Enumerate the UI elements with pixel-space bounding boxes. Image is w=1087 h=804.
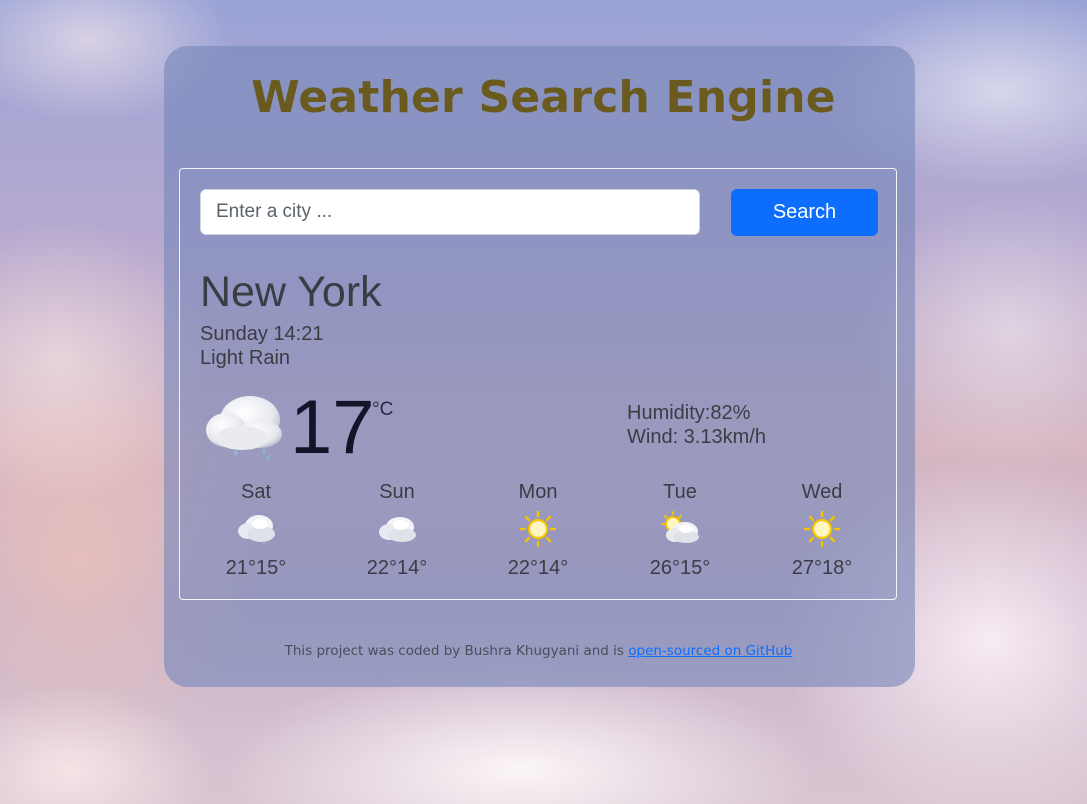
city-search-input[interactable]: [200, 189, 700, 235]
rain-cloud-icon: [206, 396, 282, 460]
forecast-day-name: Wed: [801, 481, 843, 503]
forecast-day-name: Sat: [240, 481, 272, 503]
app-title: Weather Search Engine: [251, 72, 836, 123]
footer-text: This project was coded by Bushra Khugyan…: [284, 643, 629, 659]
current-temperature: 17: [290, 385, 375, 470]
forecast-temps: 22°14°: [507, 557, 569, 579]
current-date: Sunday 14:21: [200, 323, 324, 345]
forecast-temps: 26°15°: [649, 557, 711, 579]
cloud-icon: [238, 515, 275, 545]
forecast-day: Sun 22°14°: [327, 478, 467, 588]
sun-icon: [519, 510, 557, 548]
humidity-value: Humidity:82%: [627, 402, 751, 424]
city-name: New York: [200, 268, 382, 316]
wind-value: Wind: 3.13km/h: [627, 426, 766, 448]
forecast-temps: 27°18°: [791, 557, 853, 579]
forecast-day: Wed 27°18°: [752, 478, 892, 588]
github-link[interactable]: open-sourced on GitHub: [628, 643, 792, 659]
forecast-day: Sat 21°15°: [186, 478, 326, 588]
partly-cloudy-icon: [661, 511, 699, 543]
forecast-day: Mon 22°14°: [468, 478, 608, 588]
footer: This project was coded by Bushra Khugyan…: [0, 643, 1077, 659]
forecast-temps: 22°14°: [366, 557, 428, 579]
cloud-icon: [379, 517, 416, 542]
forecast-day-name: Sun: [379, 481, 415, 503]
weather-description: Light Rain: [200, 347, 291, 369]
forecast-day-name: Tue: [663, 481, 697, 503]
sun-icon: [803, 510, 841, 548]
search-button[interactable]: Search: [731, 189, 878, 236]
temperature-unit: °C: [372, 399, 394, 420]
forecast-day: Tue 26°15°: [610, 478, 750, 588]
forecast-temps: 21°15°: [225, 557, 287, 579]
forecast-day-name: Mon: [518, 481, 558, 503]
